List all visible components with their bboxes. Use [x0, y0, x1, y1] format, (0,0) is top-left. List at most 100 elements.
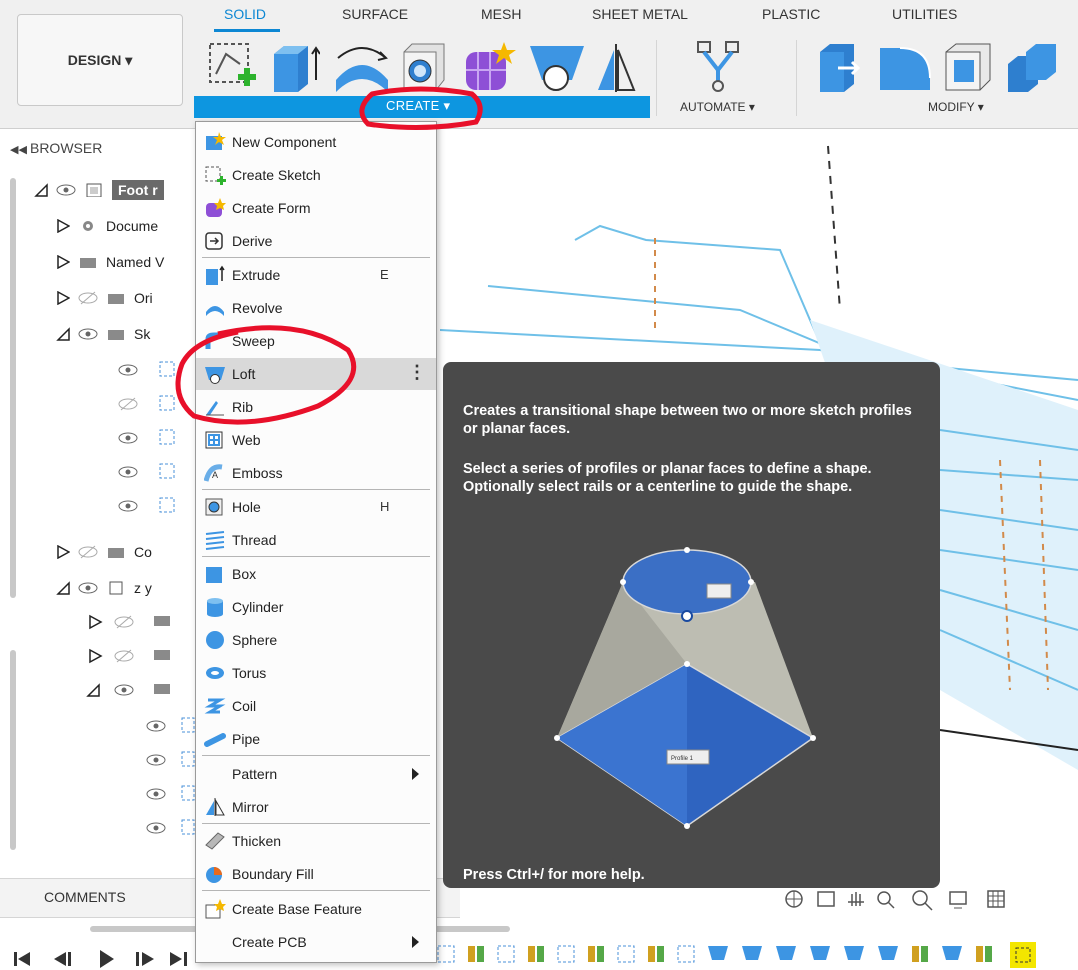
modify-menu-button[interactable]: MODIFY ▾ — [928, 100, 984, 114]
sketch-icon[interactable] — [557, 945, 575, 963]
menu-item-emboss[interactable]: A Emboss — [196, 457, 436, 489]
tree-row-origin[interactable]: Ori — [56, 284, 153, 312]
create-menu-button[interactable]: CREATE ▾ — [386, 98, 450, 114]
visibility-eye-icon[interactable] — [78, 581, 98, 595]
loft-icon[interactable] — [878, 946, 898, 960]
menu-item-new-component[interactable]: New Component — [196, 126, 436, 158]
loft-feature-icon[interactable] — [912, 946, 928, 962]
go-to-end-icon[interactable] — [170, 952, 187, 966]
collapsed-triangle-icon[interactable] — [56, 545, 70, 559]
visibility-eye-icon[interactable] — [78, 327, 98, 341]
visibility-eye-icon[interactable] — [118, 364, 138, 376]
collapsed-triangle-icon[interactable] — [56, 255, 70, 269]
menu-item-revolve[interactable]: Revolve — [196, 292, 436, 324]
step-back-icon[interactable] — [54, 952, 71, 966]
menu-item-create-form[interactable]: Create Form — [196, 192, 436, 224]
expanded-triangle-icon[interactable] — [56, 327, 70, 341]
fit-icon[interactable] — [912, 890, 933, 911]
browser-scrollbar[interactable] — [10, 650, 16, 850]
menu-item-pipe[interactable]: Pipe — [196, 723, 436, 755]
menu-item-create-base-feature[interactable]: Create Base Feature — [196, 893, 436, 925]
menu-item-box[interactable]: Box — [196, 558, 436, 590]
sketch-icon[interactable] — [677, 945, 695, 963]
tab-mesh[interactable]: MESH — [481, 6, 521, 22]
fillet-icon[interactable] — [876, 40, 934, 94]
menu-item-thicken[interactable]: Thicken — [196, 825, 436, 857]
menu-item-derive[interactable]: Derive — [196, 225, 436, 257]
loft-icon[interactable] — [742, 946, 762, 960]
loft-icon[interactable] — [810, 946, 830, 960]
menu-item-rib[interactable]: Rib — [196, 391, 436, 423]
visibility-eye-icon[interactable] — [118, 466, 138, 478]
mirror-icon[interactable] — [594, 40, 640, 94]
visibility-eye-icon[interactable] — [118, 432, 138, 444]
loft-feature-icon[interactable] — [648, 946, 664, 962]
display-settings-icon[interactable] — [949, 891, 967, 909]
tree-row-construction[interactable]: Co — [56, 538, 152, 566]
menu-item-mirror[interactable]: Mirror — [196, 791, 436, 823]
tab-plastic[interactable]: PLASTIC — [762, 6, 820, 22]
loft-icon[interactable] — [708, 946, 728, 960]
menu-item-sphere[interactable]: Sphere — [196, 624, 436, 656]
loft-icon[interactable] — [776, 946, 796, 960]
hidden-eye-icon[interactable] — [78, 291, 98, 305]
look-at-icon[interactable] — [817, 891, 835, 907]
menu-item-web[interactable]: Web — [196, 424, 436, 456]
orbit-icon[interactable] — [785, 890, 803, 908]
expanded-triangle-icon[interactable] — [86, 683, 100, 697]
pan-icon[interactable] — [848, 892, 864, 906]
menu-item-create-pcb[interactable]: Create PCB — [196, 926, 436, 958]
active-sketch-icon[interactable] — [1010, 942, 1036, 968]
extrude-icon[interactable] — [268, 40, 320, 94]
loft-icon[interactable] — [526, 40, 588, 94]
loft-icon[interactable] — [942, 946, 962, 960]
hidden-eye-icon[interactable] — [114, 615, 134, 629]
hidden-eye-icon[interactable] — [118, 397, 138, 411]
press-pull-icon[interactable] — [814, 40, 870, 94]
step-forward-icon[interactable] — [136, 952, 154, 966]
visibility-eye-icon[interactable] — [146, 754, 166, 766]
combine-icon[interactable] — [1004, 40, 1064, 94]
collapsed-triangle-icon[interactable] — [56, 219, 70, 233]
tree-row-sketches[interactable]: Sk — [56, 320, 150, 348]
tab-utilities[interactable]: UTILITIES — [892, 6, 957, 22]
menu-item-coil[interactable]: Coil — [196, 690, 436, 722]
create-form-icon[interactable] — [460, 40, 518, 94]
visibility-eye-icon[interactable] — [146, 822, 166, 834]
tab-solid[interactable]: SOLID — [224, 6, 266, 22]
collapse-browser-icon[interactable]: ◀◀ — [10, 144, 30, 156]
tree-row-root[interactable]: Foot r — [34, 176, 164, 204]
create-sketch-icon[interactable] — [204, 40, 260, 94]
sketch-icon[interactable] — [497, 945, 515, 963]
hidden-eye-icon[interactable] — [114, 649, 134, 663]
visibility-eye-icon[interactable] — [114, 684, 134, 696]
menu-item-pattern[interactable]: Pattern — [196, 758, 436, 790]
visibility-eye-icon[interactable] — [146, 720, 166, 732]
menu-item-hole[interactable]: Hole H — [196, 491, 436, 523]
sketch-icon[interactable] — [617, 945, 635, 963]
tab-sheet-metal[interactable]: SHEET METAL — [592, 6, 688, 22]
tab-surface[interactable]: SURFACE — [342, 6, 408, 22]
tree-row-document-settings[interactable]: Docume — [56, 212, 158, 240]
design-workspace-button[interactable]: DESIGN ▾ — [17, 14, 183, 106]
menu-item-cylinder[interactable]: Cylinder — [196, 591, 436, 623]
collapsed-triangle-icon[interactable] — [56, 291, 70, 305]
hole-icon[interactable] — [398, 40, 452, 94]
browser-header[interactable]: ◀◀ BROWSER — [10, 140, 102, 156]
expanded-triangle-icon[interactable] — [34, 183, 48, 197]
shell-icon[interactable] — [940, 40, 996, 94]
zoom-icon[interactable] — [877, 891, 895, 909]
more-options-icon[interactable]: ⋮ — [408, 362, 426, 383]
loft-feature-icon[interactable] — [468, 946, 484, 962]
tree-row-named-views[interactable]: Named V — [56, 248, 164, 276]
loft-feature-icon[interactable] — [528, 946, 544, 962]
automate-icon[interactable] — [692, 40, 744, 94]
go-to-start-icon[interactable] — [14, 952, 30, 966]
menu-item-torus[interactable]: Torus — [196, 657, 436, 689]
grid-settings-icon[interactable] — [987, 890, 1005, 908]
menu-item-sweep[interactable]: Sweep — [196, 325, 436, 357]
expanded-triangle-icon[interactable] — [56, 581, 70, 595]
visibility-eye-icon[interactable] — [56, 183, 76, 197]
collapsed-triangle-icon[interactable] — [89, 648, 103, 664]
loft-feature-icon[interactable] — [976, 946, 992, 962]
